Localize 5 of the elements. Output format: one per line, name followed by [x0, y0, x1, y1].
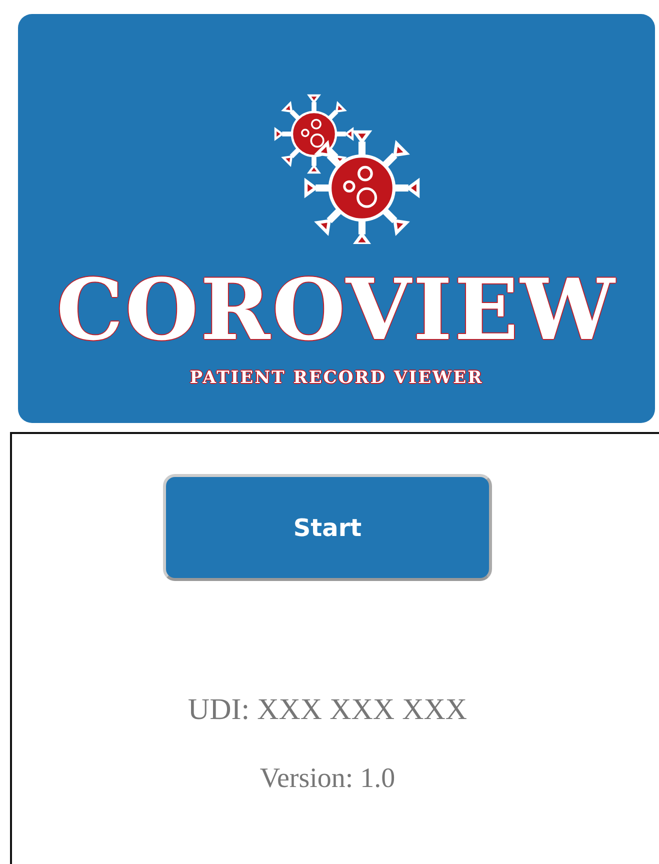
udi-text: UDI: XXX XXX XXX — [188, 693, 468, 727]
version-text: Version: 1.0 — [260, 763, 396, 795]
start-button[interactable]: Start — [163, 474, 492, 581]
app-subtitle: PATIENT RECORD VIEWER — [190, 368, 484, 388]
app-title: COROVIEW — [56, 268, 617, 352]
